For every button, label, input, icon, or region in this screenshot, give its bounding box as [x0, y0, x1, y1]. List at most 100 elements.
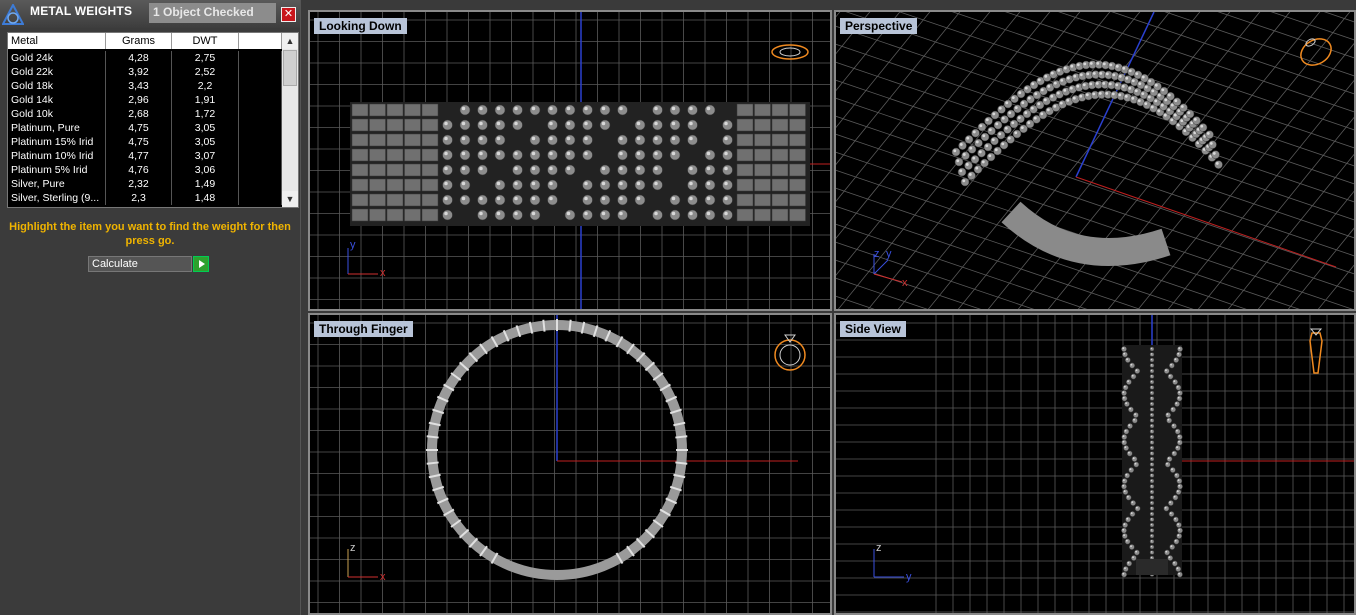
table-cell-dwt: 3,07 [172, 149, 239, 163]
axis-label-y: y [906, 571, 912, 583]
perspective-scene: z y x [836, 12, 1354, 309]
status-badge: 1 Object Checked [149, 3, 276, 23]
table-cell-extra [239, 107, 282, 121]
viewport-looking-down[interactable]: y x Looking Down [308, 10, 832, 311]
ring-model [350, 102, 810, 226]
viewport-label[interactable]: Side View [840, 321, 906, 337]
axis-label-y: y [350, 239, 356, 251]
axis-label-z: z [874, 248, 880, 260]
scroll-up-icon[interactable]: ▲ [282, 33, 298, 49]
table-cell-grams: 2,68 [106, 107, 172, 121]
table-cell-metal: Platinum 5% Irid [8, 163, 106, 177]
table-row[interactable]: Platinum 5% Irid 4,76 3,06 [8, 163, 282, 177]
table-cell-dwt: 1,49 [172, 177, 239, 191]
table-cell-metal: Gold 24k [8, 51, 106, 65]
table-cell-metal: Gold 18k [8, 79, 106, 93]
table-cell-grams: 3,92 [106, 65, 172, 79]
table-row[interactable]: Silver, Sterling (9... 2,3 1,48 [8, 191, 282, 205]
side-view-scene: z y [836, 315, 1354, 613]
table-cell-grams: 2,32 [106, 177, 172, 191]
table-row[interactable]: Platinum 10% Irid 4,77 3,07 [8, 149, 282, 163]
viewport-label[interactable]: Through Finger [314, 321, 413, 337]
metal-table[interactable]: Metal Grams DWT Gold 24k 4,28 2,75 Gold 22k… [7, 32, 299, 208]
instruction-text: Highlight the item you want to find the … [9, 221, 291, 247]
viewport-label[interactable]: Looking Down [314, 18, 407, 34]
axis-label-x: x [380, 571, 386, 583]
column-header-metal[interactable]: Metal [8, 33, 106, 49]
table-cell-grams: 2,3 [106, 191, 172, 205]
ring-orientation-icon [771, 44, 809, 60]
table-cell-dwt: 1,72 [172, 107, 239, 121]
column-header-extra[interactable] [239, 33, 282, 49]
go-arrow-icon[interactable] [193, 256, 209, 272]
close-icon[interactable]: ✕ [281, 7, 296, 22]
axis-label-z: z [350, 542, 356, 554]
table-cell-extra [239, 65, 282, 79]
viewport-label[interactable]: Perspective [840, 18, 918, 34]
ring-orientation-icon [1300, 38, 1332, 66]
table-cell-extra [239, 191, 282, 205]
table-cell-grams: 4,75 [106, 135, 172, 149]
table-cell-dwt: 3,05 [172, 121, 239, 135]
axis-label-y: y [886, 248, 892, 260]
axis-label-x: x [902, 277, 908, 289]
table-cell-grams: 4,77 [106, 149, 172, 163]
table-scrollbar[interactable]: ▲ ▼ [282, 33, 298, 207]
table-cell-grams: 2,96 [106, 93, 172, 107]
table-row[interactable]: Gold 14k 2,96 1,91 [8, 93, 282, 107]
table-cell-grams: 4,75 [106, 121, 172, 135]
table-cell-dwt: 3,05 [172, 135, 239, 149]
axis-label-x: x [380, 267, 386, 279]
table-cell-grams: 4,28 [106, 51, 172, 65]
table-cell-metal: Platinum 15% Irid [8, 135, 106, 149]
table-cell-metal: Silver, Pure [8, 177, 106, 191]
ring-model [1121, 345, 1183, 578]
column-header-dwt[interactable]: DWT [172, 33, 239, 49]
table-cell-metal: Gold 22k [8, 65, 106, 79]
table-cell-extra [239, 163, 282, 177]
scroll-thumb[interactable] [283, 50, 297, 86]
column-header-grams[interactable]: Grams [106, 33, 172, 49]
table-cell-dwt: 1,91 [172, 93, 239, 107]
app-logo-icon [2, 4, 24, 25]
table-cell-grams: 3,43 [106, 79, 172, 93]
table-cell-metal: Gold 10k [8, 107, 106, 121]
metal-weights-panel: METAL WEIGHTS 1 Object Checked ✕ Metal G… [0, 0, 301, 615]
table-cell-metal: Platinum, Pure [8, 121, 106, 135]
table-cell-extra [239, 51, 282, 65]
looking-down-scene: y x [310, 12, 830, 309]
table-cell-metal: Gold 14k [8, 93, 106, 107]
table-row[interactable]: Platinum 15% Irid 4,75 3,05 [8, 135, 282, 149]
table-cell-dwt: 2,75 [172, 51, 239, 65]
table-cell-extra [239, 79, 282, 93]
table-row[interactable]: Gold 24k 4,28 2,75 [8, 51, 282, 65]
table-row[interactable]: Gold 22k 3,92 2,52 [8, 65, 282, 79]
table-cell-dwt: 2,2 [172, 79, 239, 93]
ring-orientation-icon [774, 334, 806, 371]
viewport-side-view[interactable]: z y Side View [834, 313, 1356, 615]
panel-title: METAL WEIGHTS [30, 4, 133, 18]
axis-label-z: z [876, 542, 882, 554]
table-cell-extra [239, 177, 282, 191]
viewport-perspective[interactable]: z y x Perspective [834, 10, 1356, 311]
panel-titlebar: METAL WEIGHTS 1 Object Checked ✕ [0, 0, 300, 28]
table-cell-dwt: 2,52 [172, 65, 239, 79]
table-cell-dwt: 1,48 [172, 191, 239, 205]
table-cell-metal: Platinum 10% Irid [8, 149, 106, 163]
calculate-select[interactable]: Calculate [88, 256, 192, 272]
table-row[interactable]: Platinum, Pure 4,75 3,05 [8, 121, 282, 135]
table-cell-dwt: 3,06 [172, 163, 239, 177]
table-row[interactable]: Gold 18k 3,43 2,2 [8, 79, 282, 93]
table-row[interactable]: Silver, Pure 2,32 1,49 [8, 177, 282, 191]
axis-gizmo [347, 248, 378, 275]
viewport-through-finger[interactable]: z x Through Finger [308, 313, 832, 615]
table-cell-extra [239, 121, 282, 135]
table-header: Metal Grams DWT [8, 33, 282, 49]
scroll-down-icon[interactable]: ▼ [282, 191, 298, 207]
table-cell-metal: Silver, Sterling (9... [8, 191, 106, 205]
table-cell-extra [239, 135, 282, 149]
table-cell-grams: 4,76 [106, 163, 172, 177]
through-finger-scene: z x [310, 315, 830, 613]
table-row[interactable]: Gold 10k 2,68 1,72 [8, 107, 282, 121]
table-cell-extra [239, 93, 282, 107]
